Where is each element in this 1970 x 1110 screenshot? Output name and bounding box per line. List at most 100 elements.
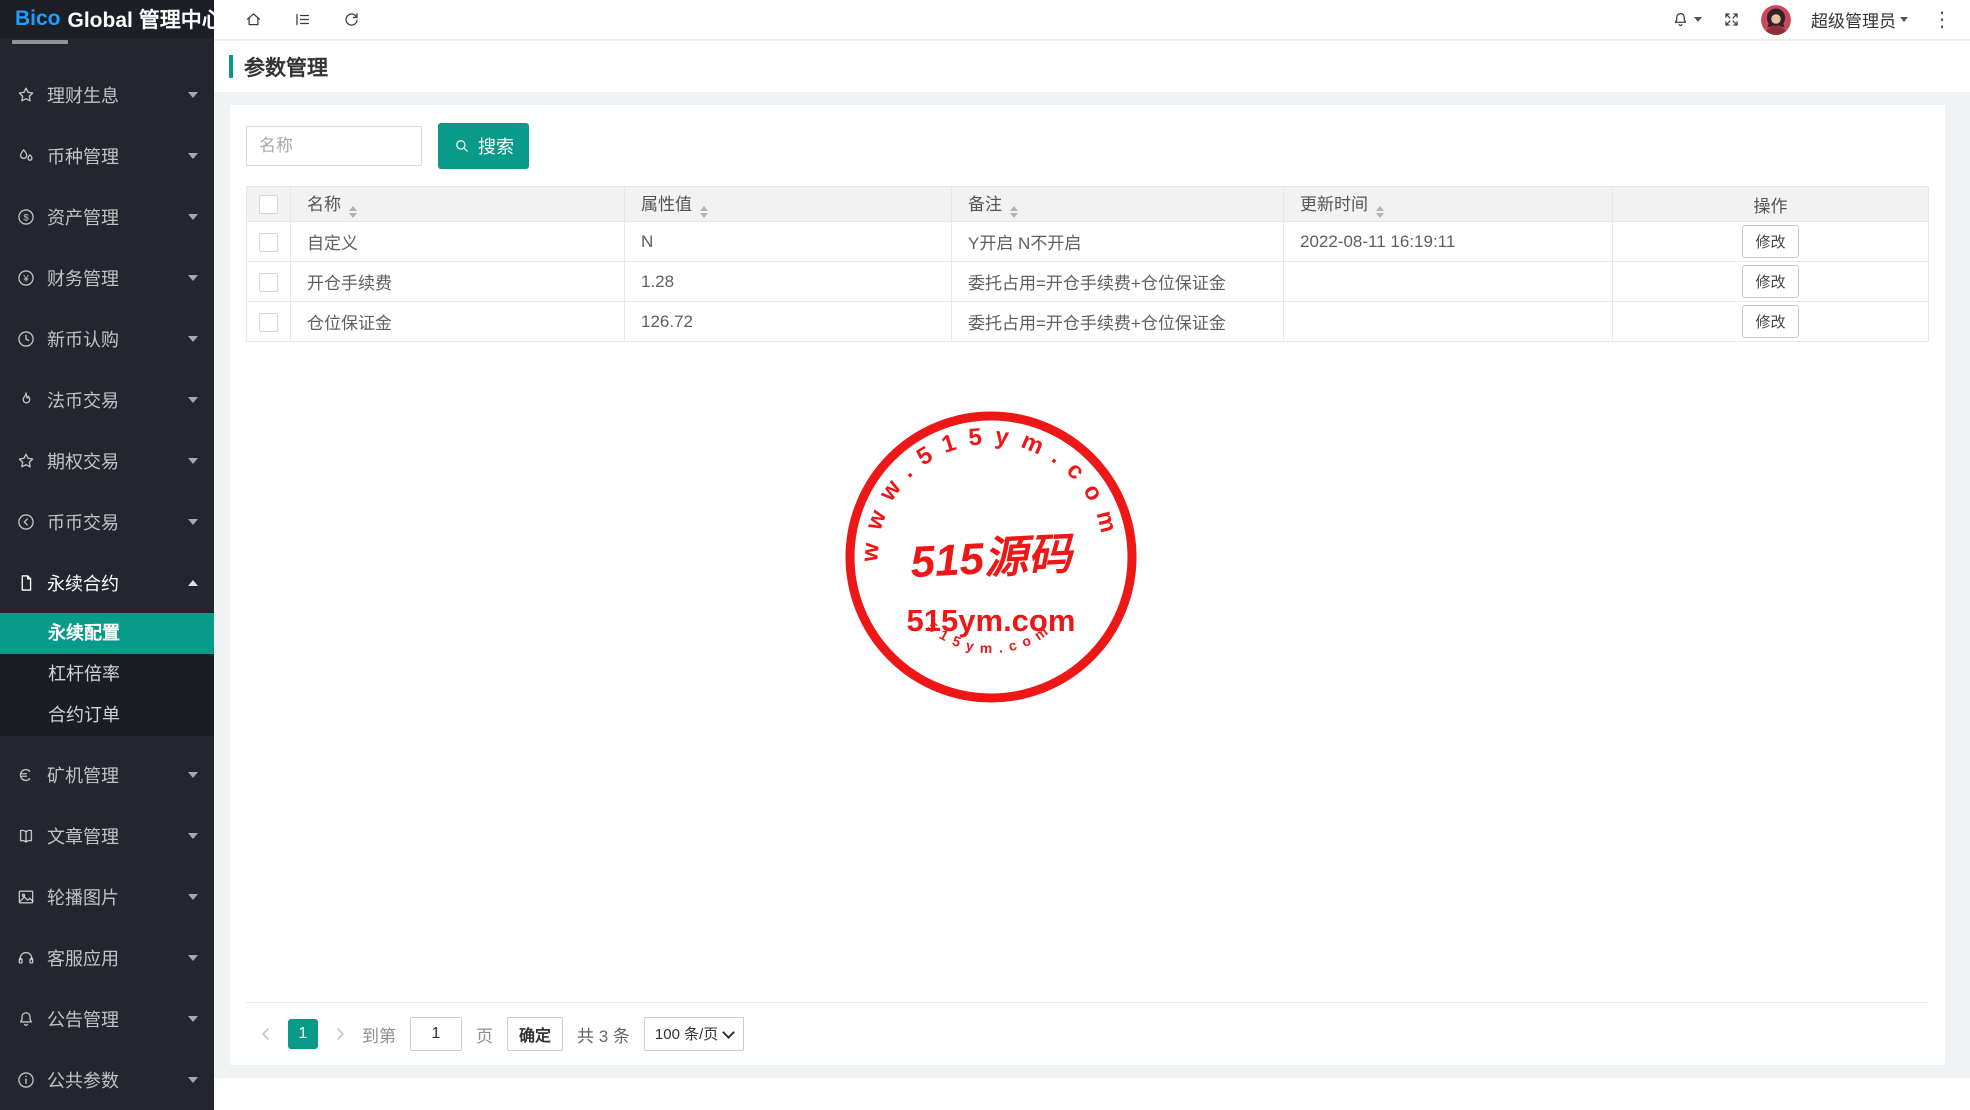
sidebar-subitem-yongxupeizhi[interactable]: 永续配置 <box>0 613 214 654</box>
cell-remark: Y开启 N不开启 <box>952 222 1284 262</box>
drops-icon <box>16 146 36 166</box>
search-icon <box>453 137 471 155</box>
cell-updated <box>1284 262 1613 302</box>
sidebar-item-bizhongguanli[interactable]: 币种管理 <box>0 125 214 186</box>
chevron-down-icon <box>188 275 198 281</box>
current-page-button[interactable]: 1 <box>288 1019 318 1049</box>
sidebar-item-bibijiaoyi[interactable]: 币币交易 <box>0 491 214 552</box>
sidebar-item-lunbotupian[interactable]: 轮播图片 <box>0 866 214 927</box>
user-menu-button[interactable]: 超级管理员 <box>1811 7 1908 32</box>
chevron-down-icon <box>188 92 198 98</box>
sidebar-item-yongxuheyue[interactable]: 永续合约 <box>0 552 214 613</box>
row-checkbox[interactable] <box>259 233 278 252</box>
select-all-checkbox[interactable] <box>259 195 278 214</box>
chevron-down-icon <box>188 1016 198 1022</box>
sidebar-subitem-heyuedingdan[interactable]: 合约订单 <box>0 695 214 736</box>
sidebar-menu: 理财生息 币种管理 $ 资产管理 ¥ 财务管理 新币认购 法币交易 <box>0 38 214 1110</box>
page-unit-label: 页 <box>476 1022 493 1047</box>
sidebar-item-label: 公告管理 <box>47 1006 119 1032</box>
sidebar-item-label: 永续合约 <box>47 570 119 596</box>
table-row: 自定义 N Y开启 N不开启 2022-08-11 16:19:11 修改 <box>247 222 1929 262</box>
notifications-button[interactable] <box>1671 10 1702 29</box>
next-page-button[interactable] <box>332 1025 348 1043</box>
chevron-down-icon <box>188 955 198 961</box>
sidebar-subitem-ganggangbeilv[interactable]: 杠杆倍率 <box>0 654 214 695</box>
sort-icon[interactable] <box>1376 206 1384 218</box>
avatar[interactable] <box>1761 5 1791 35</box>
sidebar-item-wenzhangguanli[interactable]: 文章管理 <box>0 805 214 866</box>
svg-text:$: $ <box>23 212 29 223</box>
row-checkbox[interactable] <box>259 273 278 292</box>
column-header-updated[interactable]: 更新时间 <box>1284 187 1613 222</box>
list-icon <box>293 10 312 29</box>
sidebar-item-label: 文章管理 <box>47 823 119 849</box>
bell-icon <box>1671 10 1690 29</box>
home-button[interactable] <box>244 10 263 29</box>
topbar-left-icons <box>244 10 361 29</box>
sidebar-item-label: 理财生息 <box>47 82 119 108</box>
sidebar-item-licaishengxi[interactable]: 理财生息 <box>0 64 214 125</box>
sidebar-item-kefuyingyong[interactable]: 客服应用 <box>0 927 214 988</box>
column-header-value[interactable]: 属性值 <box>625 187 952 222</box>
cell-value: 1.28 <box>625 262 952 302</box>
pagination-bar: 1 到第 页 确定 共 3 条 100 条/页 <box>246 1002 1929 1065</box>
sidebar-item-label: 新币认购 <box>47 326 119 352</box>
sidebar-item-gonggongcanshu[interactable]: 公共参数 <box>0 1049 214 1110</box>
star-icon <box>16 451 36 471</box>
sidebar-item-gonggaoguanli[interactable]: 公告管理 <box>0 988 214 1049</box>
sidebar-item-label: 币种管理 <box>47 143 119 169</box>
refresh-button[interactable] <box>342 10 361 29</box>
edit-button[interactable]: 修改 <box>1742 305 1798 338</box>
edit-button[interactable]: 修改 <box>1742 265 1798 298</box>
column-header-remark[interactable]: 备注 <box>952 187 1284 222</box>
table-row: 仓位保证金 126.72 委托占用=开仓手续费+仓位保证金 修改 <box>247 302 1929 342</box>
cell-value: N <box>625 222 952 262</box>
user-name: 超级管理员 <box>1811 7 1896 32</box>
total-count-label: 共 3 条 <box>577 1022 630 1047</box>
file-icon <box>16 573 36 593</box>
sidebar-item-caiwuguanli[interactable]: ¥ 财务管理 <box>0 247 214 308</box>
svg-text:¥: ¥ <box>22 273 29 284</box>
sidebar-submenu-yongxuheyue: 永续配置 杠杆倍率 合约订单 <box>0 613 214 736</box>
flame-icon <box>16 390 36 410</box>
confirm-page-button[interactable]: 确定 <box>507 1017 563 1051</box>
search-button[interactable]: 搜索 <box>438 123 529 169</box>
page-size-select[interactable]: 100 条/页 <box>644 1017 744 1051</box>
search-input[interactable] <box>246 126 422 166</box>
sidebar: Bico Global 管理中心 理财生息 币种管理 $ 资产管理 ¥ 财务管理… <box>0 0 214 1110</box>
circle-back-icon <box>16 512 36 532</box>
page-title-bar: 参数管理 <box>214 41 1970 92</box>
sidebar-item-kuangjiguanli[interactable]: 矿机管理 <box>0 744 214 805</box>
chevron-down-icon <box>1900 17 1908 22</box>
cell-updated <box>1284 302 1613 342</box>
sidebar-item-label: 轮播图片 <box>47 884 119 910</box>
sidebar-item-label: 客服应用 <box>47 945 119 971</box>
sidebar-item-zichanguanli[interactable]: $ 资产管理 <box>0 186 214 247</box>
sort-icon[interactable] <box>1010 206 1018 218</box>
sidebar-item-label: 矿机管理 <box>47 762 119 788</box>
prev-page-button[interactable] <box>258 1025 274 1043</box>
app-logo: Bico Global 管理中心 <box>0 0 214 38</box>
goto-page-input[interactable] <box>410 1017 462 1051</box>
fullscreen-button[interactable] <box>1722 10 1741 29</box>
chevron-left-icon <box>258 1025 274 1043</box>
chevron-down-icon <box>188 458 198 464</box>
edit-button[interactable]: 修改 <box>1742 225 1798 258</box>
table-header-row: 名称 属性值 备注 更新时间 操作 <box>247 187 1929 222</box>
sidebar-item-xinbirengou[interactable]: 新币认购 <box>0 308 214 369</box>
page-bottom-strip <box>214 1078 1970 1110</box>
menu-list-button[interactable] <box>293 10 312 29</box>
title-accent-marker <box>229 55 233 78</box>
goto-label: 到第 <box>362 1022 396 1047</box>
cell-remark: 委托占用=开仓手续费+仓位保证金 <box>952 262 1284 302</box>
sidebar-item-fabijiaoyi[interactable]: 法币交易 <box>0 369 214 430</box>
row-checkbox[interactable] <box>259 313 278 332</box>
chevron-down-icon <box>188 833 198 839</box>
sort-icon[interactable] <box>700 206 708 218</box>
column-header-name[interactable]: 名称 <box>291 187 625 222</box>
sort-icon[interactable] <box>349 206 357 218</box>
book-icon <box>16 826 36 846</box>
sidebar-item-qiquanjiaoyi[interactable]: 期权交易 <box>0 430 214 491</box>
cell-value: 126.72 <box>625 302 952 342</box>
kebab-menu-icon[interactable]: ⋮ <box>1928 10 1956 30</box>
